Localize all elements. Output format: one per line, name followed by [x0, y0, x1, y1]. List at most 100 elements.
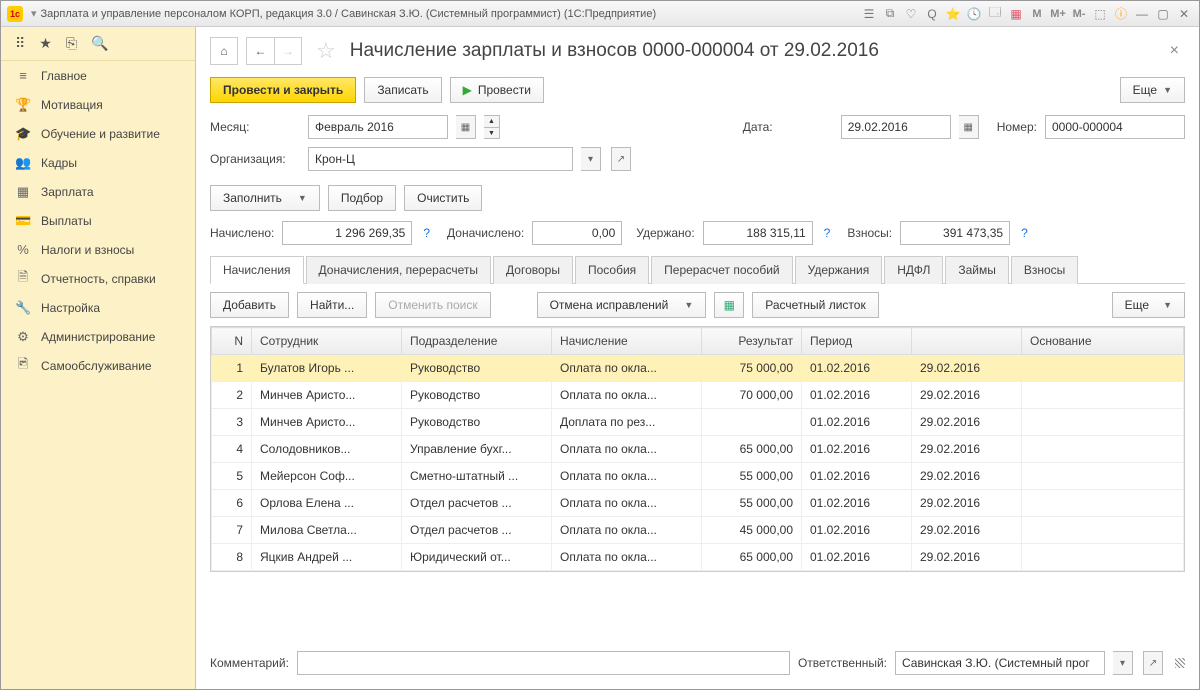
column-header[interactable]: Начисление	[552, 328, 702, 355]
column-header[interactable]: Результат	[702, 328, 802, 355]
help-icon[interactable]: ?	[1018, 226, 1031, 240]
cancel-corrections-button[interactable]: Отмена исправлений▼	[537, 292, 707, 318]
sidebar-item[interactable]: 🏆Мотивация	[1, 90, 195, 119]
column-header[interactable]: Сотрудник	[252, 328, 402, 355]
tb-tool-icon[interactable]: 🗔	[986, 5, 1004, 23]
sidebar-top: ⠿ ★ ⎘ 🔍	[1, 27, 195, 61]
columns-icon[interactable]: ▦	[714, 292, 744, 318]
layout-icon[interactable]: ⬚	[1091, 5, 1109, 23]
column-header[interactable]: Основание	[1022, 328, 1184, 355]
tab[interactable]: Начисления	[210, 256, 304, 284]
help-icon[interactable]: ?	[420, 226, 433, 240]
table-row[interactable]: 5 Мейерсон Соф... Сметно-штатный ... Опл…	[212, 463, 1184, 490]
sidebar-item[interactable]: 🗎Отчетность, справки	[1, 264, 195, 293]
add-button[interactable]: Добавить	[210, 292, 289, 318]
apps-icon[interactable]: ⠿	[15, 35, 25, 52]
org-label: Организация:	[210, 152, 300, 166]
tab[interactable]: Перерасчет пособий	[651, 256, 792, 284]
post-and-close-button[interactable]: Провести и закрыть	[210, 77, 356, 103]
table-row[interactable]: 4 Солодовников... Управление бухг... Опл…	[212, 436, 1184, 463]
table-row[interactable]: 2 Минчев Аристо... Руководство Оплата по…	[212, 382, 1184, 409]
clear-button[interactable]: Очистить	[404, 185, 482, 211]
sidebar-item[interactable]: 💳Выплаты	[1, 206, 195, 235]
responsible-input[interactable]: Савинская З.Ю. (Системный прог	[895, 651, 1105, 675]
find-button[interactable]: Найти...	[297, 292, 367, 318]
m-button[interactable]: M	[1028, 5, 1046, 23]
org-input[interactable]: Крон-Ц	[308, 147, 573, 171]
fill-button[interactable]: Заполнить▼	[210, 185, 320, 211]
info-icon[interactable]: ⓘ	[1112, 5, 1130, 23]
comment-input[interactable]	[297, 651, 790, 675]
back-button[interactable]: ←	[246, 37, 274, 65]
column-header[interactable]	[912, 328, 1022, 355]
m-minus-button[interactable]: M-	[1070, 5, 1088, 23]
star-icon[interactable]: ★	[39, 35, 52, 52]
dropdown-icon[interactable]: ▾	[31, 7, 37, 20]
sidebar-item-label: Выплаты	[41, 214, 92, 228]
tab[interactable]: Взносы	[1011, 256, 1078, 284]
sidebar-item-icon: ≡	[15, 68, 31, 83]
favorite-icon[interactable]: ☆	[316, 38, 336, 64]
tab[interactable]: НДФЛ	[884, 256, 943, 284]
tab[interactable]: Пособия	[575, 256, 649, 284]
column-header[interactable]: Период	[802, 328, 912, 355]
calendar-icon[interactable]: ▦	[959, 115, 979, 139]
sidebar-item[interactable]: ⚙Администрирование	[1, 322, 195, 351]
table-row[interactable]: 8 Яцкив Андрей ... Юридический от... Опл…	[212, 544, 1184, 571]
table-row[interactable]: 3 Минчев Аристо... Руководство Доплата п…	[212, 409, 1184, 436]
minimize-icon[interactable]: —	[1133, 5, 1151, 23]
table-row[interactable]: 7 Милова Светла... Отдел расчетов ... Оп…	[212, 517, 1184, 544]
search-icon[interactable]: 🔍	[91, 35, 108, 52]
tab[interactable]: Удержания	[795, 256, 883, 284]
maximize-icon[interactable]: ▢	[1154, 5, 1172, 23]
tb-tool-icon[interactable]: ☰	[860, 5, 878, 23]
sidebar-item[interactable]: 🖻Самообслуживание	[1, 351, 195, 380]
sidebar-item[interactable]: %Налоги и взносы	[1, 235, 195, 264]
tab[interactable]: Договоры	[493, 256, 573, 284]
tb-tool-icon[interactable]: Q	[923, 5, 941, 23]
number-input[interactable]: 0000-000004	[1045, 115, 1185, 139]
table-row[interactable]: 1 Булатов Игорь ... Руководство Оплата п…	[212, 355, 1184, 382]
date-input[interactable]: 29.02.2016	[841, 115, 951, 139]
pick-button[interactable]: Подбор	[328, 185, 396, 211]
sidebar-item[interactable]: 🎓Обучение и развитие	[1, 119, 195, 148]
tab[interactable]: Доначисления, перерасчеты	[306, 256, 491, 284]
tab-more-button[interactable]: Еще▼	[1112, 292, 1185, 318]
sidebar-item-icon: 🗎	[15, 268, 31, 290]
column-header[interactable]: N	[212, 328, 252, 355]
forward-button[interactable]: →	[274, 37, 302, 65]
tab[interactable]: Займы	[945, 256, 1009, 284]
open-icon[interactable]: ↗	[1143, 651, 1163, 675]
tb-tool-icon[interactable]: 🕓	[965, 5, 983, 23]
dropdown-icon[interactable]: ▾	[581, 147, 601, 171]
tb-tool-icon[interactable]: ♡	[902, 5, 920, 23]
home-button[interactable]: ⌂	[210, 37, 238, 65]
save-button[interactable]: Записать	[364, 77, 441, 103]
pin-icon[interactable]: ⎘	[66, 35, 77, 52]
open-icon[interactable]: ↗	[611, 147, 631, 171]
tb-tool-icon[interactable]: ⭐	[944, 5, 962, 23]
dropdown-icon[interactable]: ▾	[1113, 651, 1133, 675]
sidebar-item[interactable]: ≡Главное	[1, 61, 195, 90]
sidebar-item-icon: 🎓	[15, 126, 31, 142]
sidebar-item[interactable]: 👥Кадры	[1, 148, 195, 177]
sidebar-item[interactable]: ▦Зарплата	[1, 177, 195, 206]
month-spinner[interactable]: ▲▼	[484, 115, 500, 139]
table-row[interactable]: 6 Орлова Елена ... Отдел расчетов ... Оп…	[212, 490, 1184, 517]
month-input[interactable]: Февраль 2016	[308, 115, 448, 139]
footer: Комментарий: Ответственный: Савинская З.…	[196, 641, 1199, 689]
cancel-search-button[interactable]: Отменить поиск	[375, 292, 490, 318]
tb-tool-icon[interactable]: ▦	[1007, 5, 1025, 23]
tb-tool-icon[interactable]: ⧉	[881, 5, 899, 23]
column-header[interactable]: Подразделение	[402, 328, 552, 355]
resize-grip[interactable]	[1175, 658, 1185, 668]
help-icon[interactable]: ?	[821, 226, 834, 240]
calendar-icon[interactable]: ▦	[456, 115, 476, 139]
payslip-button[interactable]: Расчетный листок	[752, 292, 878, 318]
close-icon[interactable]: ✕	[1175, 5, 1193, 23]
close-page-button[interactable]: ×	[1164, 42, 1185, 60]
more-button[interactable]: Еще▼	[1120, 77, 1185, 103]
m-plus-button[interactable]: M+	[1049, 5, 1067, 23]
post-button[interactable]: ▶Провести	[450, 77, 544, 103]
sidebar-item[interactable]: 🔧Настройка	[1, 293, 195, 322]
